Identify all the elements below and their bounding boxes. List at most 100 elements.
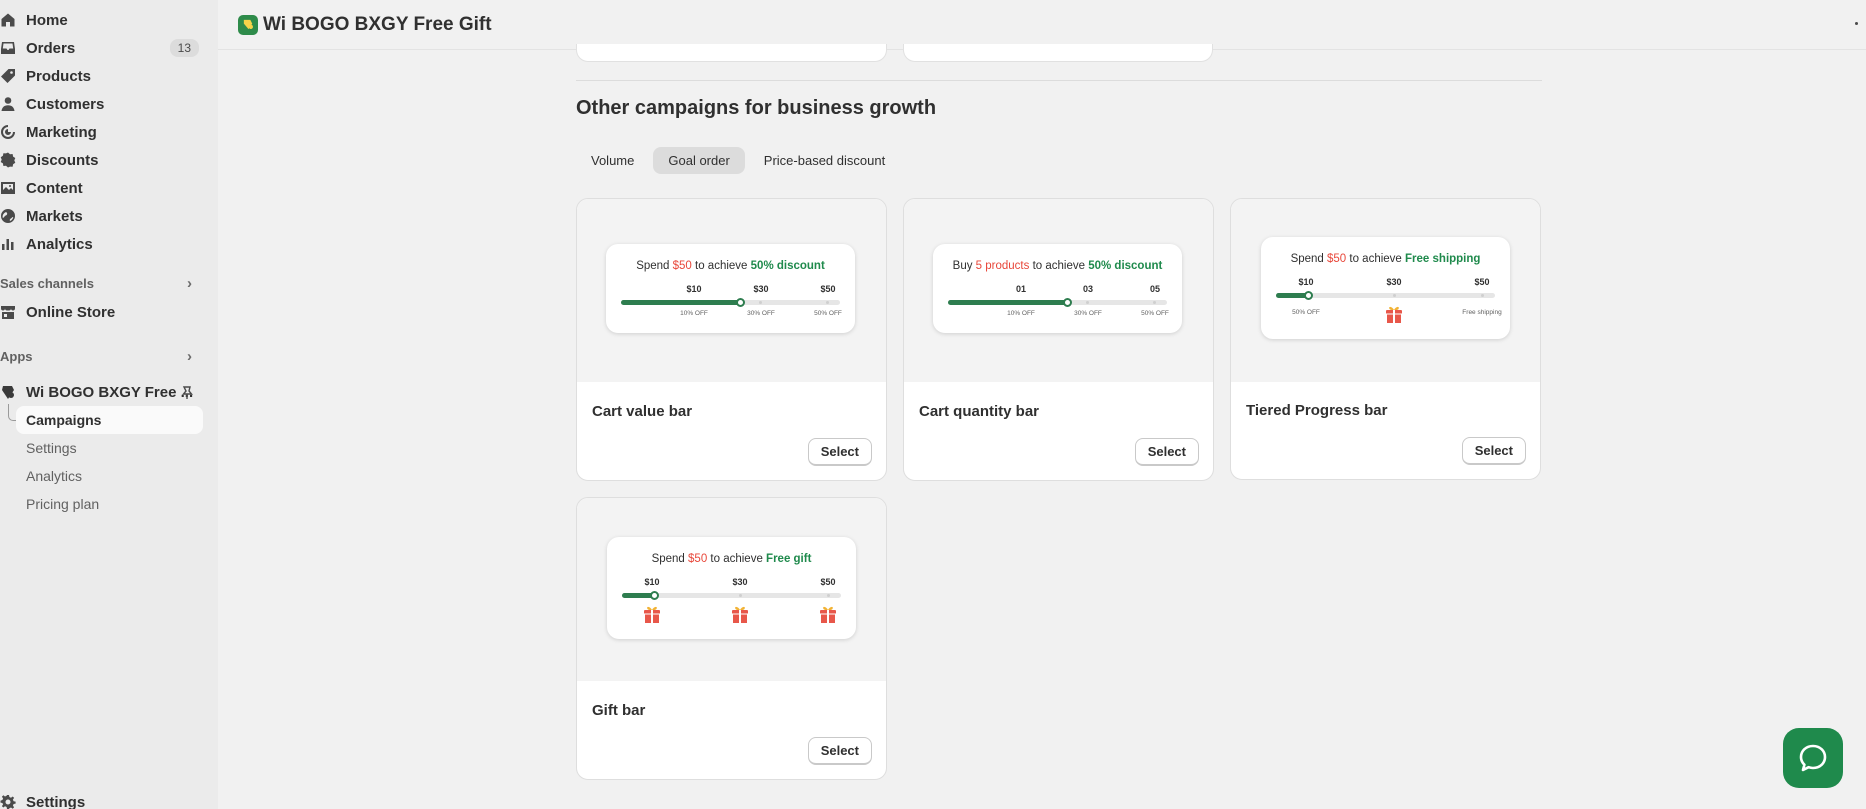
nav-label: Content <box>26 179 83 197</box>
tab-goal-order[interactable]: Goal order <box>653 147 745 174</box>
campaign-tabs: Volume Goal order Price-based discount <box>576 147 900 174</box>
card-title: Tiered Progress bar <box>1246 402 1388 419</box>
person-icon <box>0 96 16 112</box>
milestone-label: 03 <box>1082 284 1094 294</box>
app-header: Wi BOGO BXGY Free Gift <box>218 0 1866 50</box>
nav-discounts[interactable]: Discounts <box>0 146 205 174</box>
milestone-reward: 50% OFF <box>1292 309 1320 316</box>
milestone-label: $30 <box>753 284 769 294</box>
sales-channels-heading[interactable]: Sales channels › <box>0 275 192 292</box>
progress-track <box>621 298 840 307</box>
headline-amount: $50 <box>688 553 708 565</box>
nav-orders[interactable]: Orders 13 <box>0 34 205 62</box>
progress-widget: Spend $50 to achieve Free gift $10 $30 $… <box>607 537 856 639</box>
headline-goal: 50% discount <box>1088 260 1163 272</box>
image-icon <box>0 180 16 196</box>
card-preview: Buy 5 products to achieve 50% discount 0… <box>904 199 1213 382</box>
nav-home[interactable]: Home <box>0 6 205 34</box>
nav-label: Discounts <box>26 151 99 169</box>
nav-label: Marketing <box>26 123 97 141</box>
nav-label: Customers <box>26 95 105 113</box>
headline-text: Spend <box>651 553 689 565</box>
nav-label: Products <box>26 67 92 85</box>
progress-tick <box>1153 301 1156 304</box>
progress-tick <box>1393 294 1396 297</box>
gift-icon <box>1386 306 1402 323</box>
tab-volume[interactable]: Volume <box>576 147 649 174</box>
select-button[interactable]: Select <box>1134 438 1199 466</box>
card-title: Gift bar <box>592 702 646 719</box>
milestone-label: $10 <box>686 284 702 294</box>
progress-track <box>622 591 841 600</box>
sub-item-campaigns[interactable]: Campaigns <box>16 406 203 434</box>
apps-heading[interactable]: Apps › <box>0 348 192 365</box>
gift-icon <box>820 606 836 623</box>
sub-item-settings[interactable]: Settings <box>26 434 203 462</box>
milestone-reward: 50% OFF <box>1141 310 1169 317</box>
more-actions-icon[interactable] <box>1855 22 1858 25</box>
milestone-label: $10 <box>644 577 660 587</box>
tab-price-based-discount[interactable]: Price-based discount <box>749 147 900 174</box>
milestone-reward: Free shipping <box>1462 309 1502 316</box>
progress-tick <box>1481 294 1484 297</box>
nav-products[interactable]: Products <box>0 62 205 90</box>
nav-settings[interactable]: Settings <box>0 788 205 809</box>
tag-icon <box>0 68 16 84</box>
milestone-label: $50 <box>820 284 836 294</box>
progress-fill <box>621 300 742 305</box>
orders-count-badge: 13 <box>169 39 199 57</box>
nav-app-wi-bogo[interactable]: Wi BOGO BXGY Free ... <box>0 378 205 406</box>
support-chat-button[interactable] <box>1783 728 1843 788</box>
headline-text: Spend <box>1290 253 1328 265</box>
globe-icon <box>0 208 16 224</box>
section-divider <box>576 80 1542 81</box>
pin-icon[interactable] <box>180 386 194 400</box>
card-preview: Spend $50 to achieve Free shipping $10 $… <box>1231 199 1540 382</box>
nav-markets[interactable]: Markets <box>0 202 205 230</box>
nav-content[interactable]: Content <box>0 174 205 202</box>
milestone-label: 01 <box>1015 284 1027 294</box>
headline-text: Buy <box>952 260 976 272</box>
campaign-card-tiered-progress-bar: Spend $50 to achieve Free shipping $10 $… <box>1230 198 1541 480</box>
home-icon <box>0 12 16 28</box>
headline-goal: Free gift <box>766 553 812 565</box>
chevron-right-icon: › <box>187 275 192 292</box>
store-icon <box>0 304 16 320</box>
headline-goal: 50% discount <box>750 260 825 272</box>
milestone-label: $30 <box>732 577 748 587</box>
campaign-card-cart-value-bar: Spend $50 to achieve 50% discount $10 $3… <box>576 198 887 481</box>
progress-widget: Buy 5 products to achieve 50% discount 0… <box>933 244 1182 333</box>
nav-analytics[interactable]: Analytics <box>0 230 205 258</box>
app-logo-icon <box>238 14 258 35</box>
progress-knob <box>1063 298 1073 307</box>
milestone-label: $30 <box>1386 277 1402 287</box>
card-title: Cart value bar <box>592 403 693 420</box>
milestone-reward: 30% OFF <box>1074 310 1102 317</box>
nav-label: Home <box>26 11 68 29</box>
progress-tick <box>739 594 742 597</box>
nav-online-store[interactable]: Online Store <box>0 298 205 326</box>
widget-headline: Buy 5 products to achieve 50% discount <box>933 260 1182 272</box>
progress-widget: Spend $50 to achieve Free shipping $10 $… <box>1261 237 1510 339</box>
milestone-label: 05 <box>1149 284 1161 294</box>
select-button[interactable]: Select <box>1461 437 1526 465</box>
card-title: Cart quantity bar <box>919 403 1040 420</box>
sub-item-analytics[interactable]: Analytics <box>26 462 203 490</box>
milestone-label: $50 <box>1474 277 1490 287</box>
apps-label: Apps <box>0 349 33 364</box>
nav-marketing[interactable]: Marketing <box>0 118 205 146</box>
select-button[interactable]: Select <box>807 438 872 466</box>
sub-item-pricing-plan[interactable]: Pricing plan <box>26 490 203 518</box>
progress-track <box>1276 291 1495 300</box>
milestone-reward: 30% OFF <box>747 310 775 317</box>
milestone-reward: 10% OFF <box>680 310 708 317</box>
sales-channels-label: Sales channels <box>0 276 94 291</box>
nav-customers[interactable]: Customers <box>0 90 205 118</box>
select-button[interactable]: Select <box>807 737 872 765</box>
discount-icon <box>0 152 16 168</box>
progress-knob <box>649 591 659 600</box>
milestone-label: $50 <box>820 577 836 587</box>
inbox-icon <box>0 40 16 56</box>
milestone-reward: 10% OFF <box>1007 310 1035 317</box>
headline-amount: $50 <box>672 260 692 272</box>
